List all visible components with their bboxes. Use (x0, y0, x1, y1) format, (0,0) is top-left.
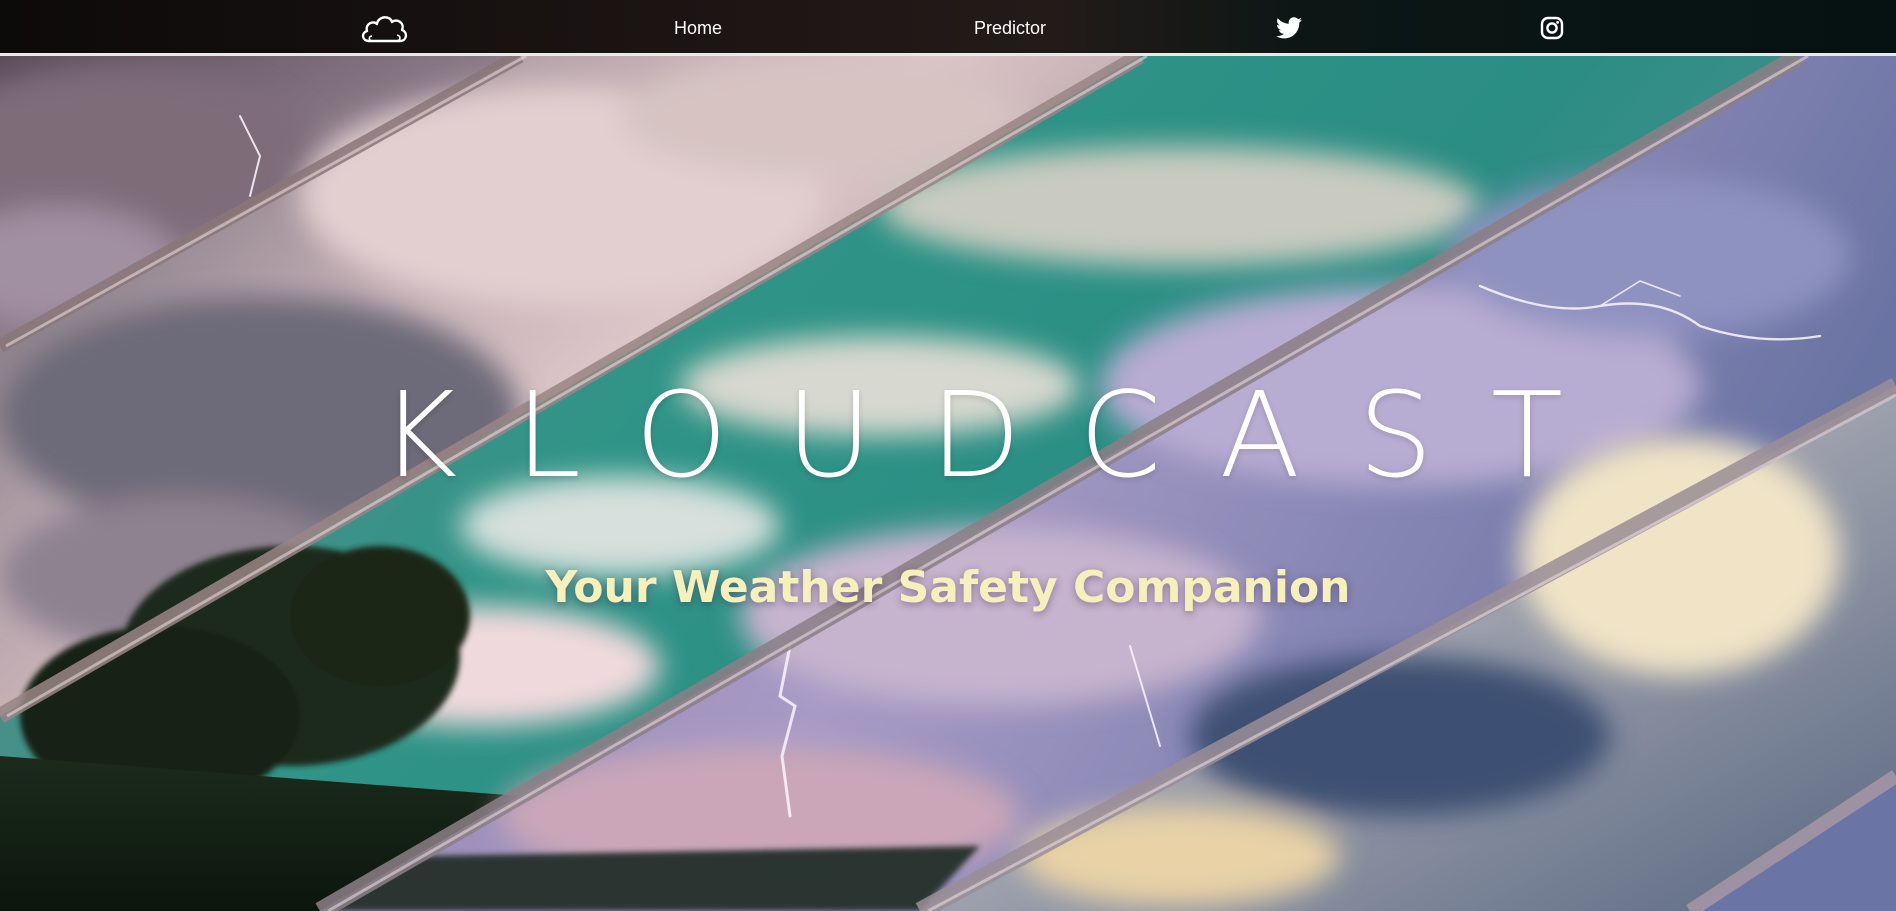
instagram-icon (1540, 16, 1564, 40)
cloud-logo-icon[interactable] (357, 0, 411, 56)
cloud-icon (361, 16, 408, 43)
nav-link-home[interactable]: Home (660, 0, 736, 56)
hero-subtitle: Your Weather Safety Companion (545, 562, 1351, 613)
hero-banner: KLOUDCAST Your Weather Safety Companion (0, 56, 1896, 911)
twitter-link[interactable] (1272, 0, 1306, 56)
hero-title: KLOUDCAST (380, 366, 1622, 504)
twitter-icon (1276, 17, 1302, 39)
top-navbar: Home Predictor (0, 0, 1896, 56)
instagram-link[interactable] (1537, 0, 1567, 56)
nav-link-predictor[interactable]: Predictor (955, 0, 1065, 56)
